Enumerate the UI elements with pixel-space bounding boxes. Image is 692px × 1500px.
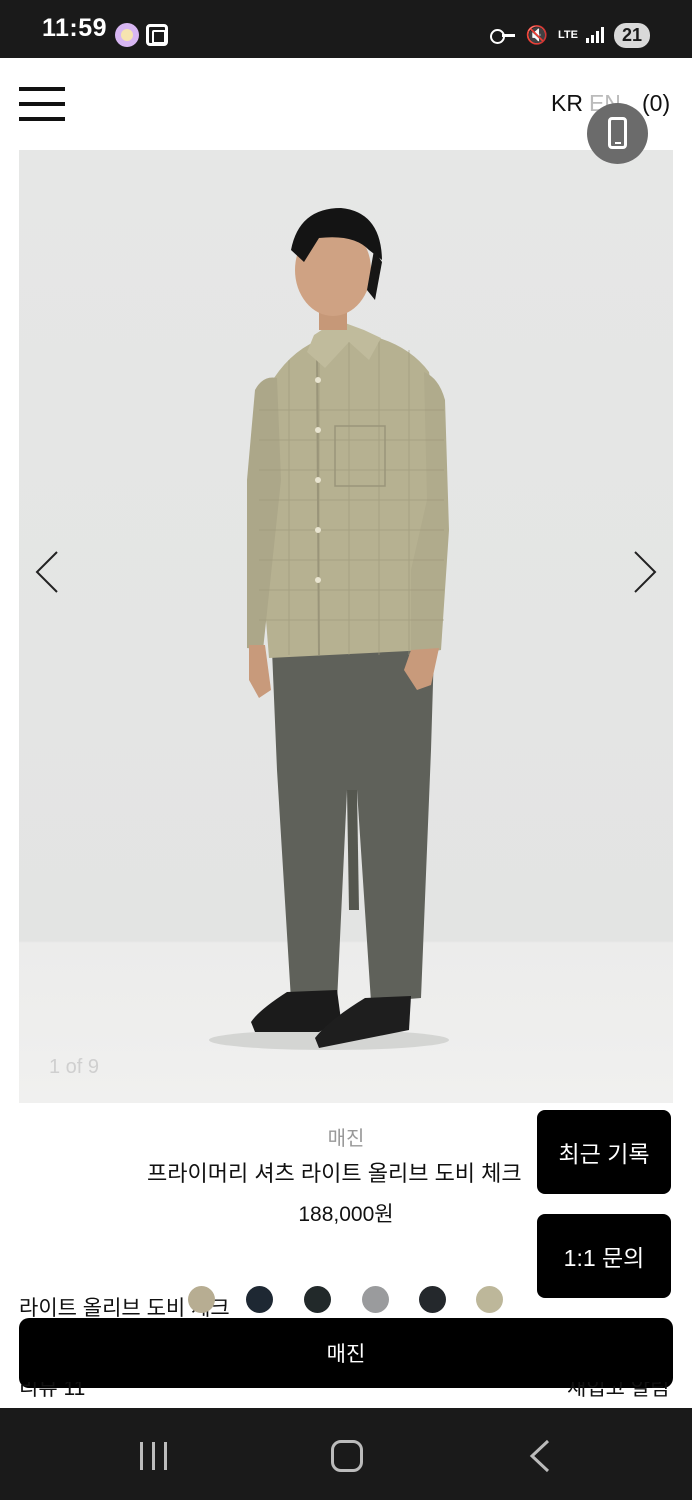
phone-contact-button[interactable]	[587, 103, 648, 164]
color-swatch[interactable]	[476, 1286, 503, 1313]
battery-badge: 21	[613, 22, 650, 48]
model-illustration	[209, 208, 449, 1050]
recent-apps-icon[interactable]	[140, 1442, 170, 1470]
system-nav-bar	[0, 1408, 692, 1500]
product-image[interactable]: 1 of 9	[19, 150, 673, 1103]
product-name: 프라이머리 셔츠 라이트 올리브 도비 체크	[147, 1161, 522, 1186]
status-indicators: 🔇 LTE 21	[489, 20, 650, 50]
notification-app-icon	[115, 23, 139, 47]
lte-icon: LTE	[557, 29, 578, 41]
review-tab[interactable]: 리뷰 11	[19, 1382, 85, 1404]
cart-count-link[interactable]: (0)	[642, 90, 670, 117]
chevron-left-icon[interactable]	[33, 550, 63, 594]
back-icon[interactable]	[528, 1439, 552, 1473]
color-swatch[interactable]	[362, 1286, 389, 1313]
restock-alert-link[interactable]: 재입고 알림	[567, 1382, 669, 1404]
status-bar: 11:59 🔇 LTE 21	[0, 0, 692, 58]
vpn-key-icon	[489, 28, 516, 44]
signal-icon	[585, 27, 604, 43]
chevron-right-icon[interactable]	[629, 550, 659, 594]
lang-kr-link[interactable]: KR	[551, 90, 583, 117]
sold-out-button[interactable]: 매진	[19, 1318, 673, 1388]
one-on-one-inquiry-button[interactable]: 1:1 문의	[537, 1214, 671, 1298]
screenshot-icon	[146, 24, 168, 46]
mute-icon: 🔇	[525, 25, 548, 45]
phone-icon	[608, 117, 627, 149]
image-counter: 1 of 9	[49, 1056, 100, 1078]
color-swatch[interactable]	[304, 1286, 331, 1313]
color-swatch[interactable]	[419, 1286, 446, 1313]
hamburger-menu-icon[interactable]	[19, 87, 65, 121]
home-icon[interactable]	[331, 1440, 363, 1472]
status-time: 11:59	[42, 14, 108, 42]
color-swatch[interactable]	[188, 1286, 215, 1313]
recent-history-button[interactable]: 최근 기록	[537, 1110, 671, 1194]
color-swatch[interactable]	[246, 1286, 273, 1313]
